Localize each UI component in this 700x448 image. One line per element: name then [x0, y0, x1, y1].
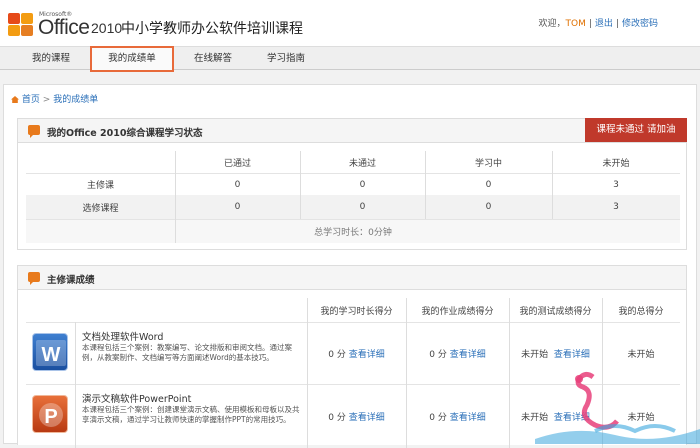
divider — [300, 151, 301, 219]
major-table-header: 我的学习时长得分 我的作业成绩得分 我的测试成绩得分 我的总得分 — [26, 298, 680, 322]
breadcrumb-current[interactable]: 我的成绩单 — [53, 95, 98, 105]
table-row: 选修课程 0 0 0 3 — [26, 195, 680, 219]
course-name[interactable]: 演示文稿软件PowerPoint — [82, 391, 302, 405]
username[interactable]: TOM — [566, 19, 586, 29]
tab-online-answers[interactable]: 在线解答 — [180, 47, 246, 70]
score-value: 0 分 — [328, 347, 346, 360]
svg-text:P: P — [44, 406, 57, 428]
welcome-text: 欢迎， — [539, 19, 566, 29]
header: Microsoft® Office 2010 中小学教师办公软件培训课程 欢迎，… — [0, 0, 700, 46]
view-details-link[interactable]: 查看详细 — [450, 347, 486, 360]
score-value: 0 分 — [429, 347, 447, 360]
divider — [552, 151, 553, 219]
cell-value: 0 — [425, 174, 552, 195]
logo-office: Office — [38, 16, 89, 40]
column-header: 我的测试成绩得分 — [509, 298, 602, 322]
course-description: 本课程包括三个案例：创建课堂演示文稿、使用模板和母板以及共享演示文稿，通过学习让… — [82, 405, 302, 425]
chat-bubble-icon — [28, 125, 40, 135]
divider — [509, 298, 510, 448]
study-score-cell: 0 分 查看详细 — [307, 323, 406, 384]
site-title: 中小学教师办公软件培训课程 — [121, 18, 303, 38]
course-info: 演示文稿软件PowerPoint 本课程包括三个案例：创建课堂演示文稿、使用模板… — [82, 391, 302, 425]
office-logo-icon — [8, 13, 36, 39]
course-info: 文档处理软件Word 本课程包括三个案例：教案编写、论文排版和审阅文档。通过案例… — [82, 329, 302, 363]
row-label: 选修课程 — [26, 195, 175, 219]
major-panel-header: 主修课成绩 — [18, 266, 686, 290]
course-status-button[interactable]: 课程未通过 请加油 — [585, 118, 687, 142]
cell-value: 0 — [300, 174, 425, 195]
study-score-cell: 0 分 查看详细 — [307, 385, 406, 448]
breadcrumb-home[interactable]: 首页 — [22, 95, 40, 105]
column-header: 学习中 — [425, 151, 552, 173]
main-nav: 我的课程 我的成绩单 在线解答 学习指南 — [0, 46, 700, 70]
column-header: 我的总得分 — [602, 298, 680, 322]
major-panel-title: 主修课成绩 — [47, 272, 95, 286]
column-header: 我的作业成绩得分 — [406, 298, 509, 322]
divider — [75, 322, 76, 448]
cell-value: 0 — [175, 174, 300, 195]
breadcrumb-separator: > — [43, 95, 51, 105]
cell-value: 3 — [552, 195, 680, 219]
powerpoint-icon: P — [32, 395, 68, 433]
score-value: 0 分 — [328, 410, 346, 423]
view-details-link[interactable]: 查看详细 — [349, 347, 385, 360]
course-description: 本课程包括三个案例：教案编写、论文排版和审阅文档。通过案例，从教案制作、文档编写… — [82, 343, 302, 363]
score-value: 未开始 — [521, 347, 548, 360]
status-table: 已通过 未通过 学习中 未开始 主修课 0 0 0 3 选修课程 0 0 0 3… — [26, 151, 680, 243]
tab-my-transcript[interactable]: 我的成绩单 — [90, 46, 174, 72]
homework-score-cell: 0 分 查看详细 — [406, 385, 509, 448]
chat-bubble-icon — [28, 272, 40, 282]
logo-year: 2010 — [91, 20, 122, 36]
course-name[interactable]: 文档处理软件Word — [82, 329, 302, 343]
cell-value: 0 — [425, 195, 552, 219]
status-panel-title: 我的Office 2010综合课程学习状态 — [47, 125, 203, 139]
cell-value: 3 — [552, 174, 680, 195]
word-icon: W — [32, 333, 68, 371]
column-header: 未通过 — [300, 151, 425, 173]
table-row: 主修课 0 0 0 3 — [26, 173, 680, 195]
homework-score-cell: 0 分 查看详细 — [406, 323, 509, 384]
row-label: 主修课 — [26, 174, 175, 195]
logout-link[interactable]: 退出 — [595, 19, 613, 29]
home-icon[interactable] — [11, 96, 19, 103]
svg-text:W: W — [42, 344, 61, 366]
status-panel-header: 我的Office 2010综合课程学习状态 课程未通过 请加油 — [18, 119, 686, 143]
divider — [307, 298, 308, 448]
cell-value: 0 — [175, 195, 300, 219]
divider — [175, 151, 176, 243]
status-table-header: 已通过 未通过 学习中 未开始 — [26, 151, 680, 173]
change-password-link[interactable]: 修改密码 — [622, 19, 658, 29]
breadcrumb: 首页 > 我的成绩单 — [11, 92, 98, 105]
flamingo-watermark-logo — [535, 369, 700, 444]
view-details-link[interactable]: 查看详细 — [554, 347, 590, 360]
view-details-link[interactable]: 查看详细 — [450, 410, 486, 423]
status-panel: 我的Office 2010综合课程学习状态 课程未通过 请加油 已通过 未通过 … — [17, 118, 687, 250]
separator: | — [589, 19, 592, 29]
column-header: 已通过 — [175, 151, 300, 173]
divider — [425, 151, 426, 219]
divider — [406, 298, 407, 448]
column-header: 我的学习时长得分 — [307, 298, 406, 322]
total-study-time: 总学习时长：0分钟 — [26, 220, 680, 243]
view-details-link[interactable]: 查看详细 — [349, 410, 385, 423]
score-value: 0 分 — [429, 410, 447, 423]
separator: | — [616, 19, 619, 29]
column-header: 未开始 — [552, 151, 680, 173]
total-row: 总学习时长：0分钟 — [26, 219, 680, 243]
cell-value: 0 — [300, 195, 425, 219]
user-bar: 欢迎，TOM|退出|修改密码 — [539, 16, 659, 29]
tab-my-courses[interactable]: 我的课程 — [18, 47, 84, 70]
tab-study-guide[interactable]: 学习指南 — [253, 47, 319, 70]
